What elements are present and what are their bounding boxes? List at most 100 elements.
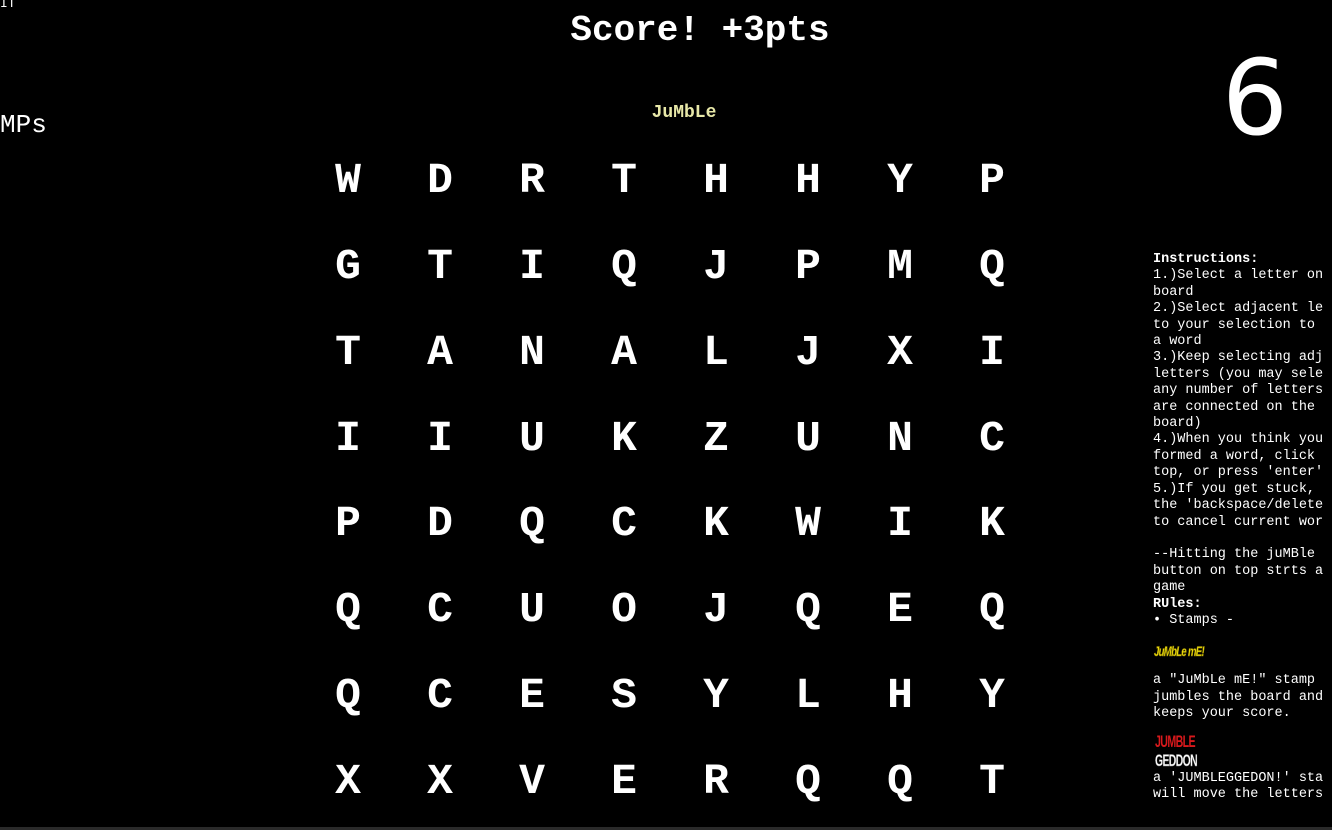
- letter-tile[interactable]: M: [854, 224, 946, 310]
- instruction-line: a word: [1153, 334, 1202, 350]
- instruction-line: a "JuMbLe mE!" stamp: [1153, 673, 1316, 689]
- letter-tile[interactable]: G: [302, 224, 394, 310]
- jumble-me-stamp-icon: JuMbLe mE!: [1154, 643, 1207, 660]
- rules-heading: RUles:: [1153, 596, 1202, 612]
- letter-tile[interactable]: W: [762, 481, 854, 567]
- letter-tile[interactable]: U: [486, 395, 578, 481]
- letter-tile[interactable]: Q: [854, 738, 946, 824]
- letter-tile[interactable]: L: [762, 653, 854, 739]
- letter-tile[interactable]: E: [854, 567, 946, 653]
- letter-tile[interactable]: Q: [486, 481, 578, 567]
- instruction-line: --Hitting the juMBle: [1153, 547, 1316, 563]
- letter-tile[interactable]: H: [670, 138, 762, 224]
- instruction-line: 2.)Select adjacent le: [1153, 301, 1324, 317]
- stamps-item: • Stamps -: [1153, 612, 1235, 628]
- letter-tile[interactable]: Q: [762, 567, 854, 653]
- instruction-line: board: [1153, 284, 1194, 300]
- letter-tile[interactable]: P: [762, 224, 854, 310]
- letter-tile[interactable]: X: [394, 738, 486, 824]
- instruction-line: to cancel current wor: [1153, 514, 1324, 530]
- instruction-line: will move the letters: [1153, 786, 1324, 797]
- instruction-line: [1153, 531, 1332, 547]
- letter-tile[interactable]: T: [302, 310, 394, 396]
- jumble-me-description: a "JuMbLe mE!" stamp jumbles the board an…: [1153, 673, 1332, 722]
- letter-tile[interactable]: K: [670, 481, 762, 567]
- score-banner: Score! +3pts: [570, 10, 830, 51]
- letter-tile[interactable]: N: [486, 310, 578, 396]
- letter-tile[interactable]: Q: [946, 567, 1038, 653]
- instruction-line: board): [1153, 416, 1202, 432]
- letter-tile[interactable]: X: [302, 738, 394, 824]
- letter-tile[interactable]: C: [578, 481, 670, 567]
- letter-tile[interactable]: C: [394, 567, 486, 653]
- instruction-line: jumbles the board and: [1153, 689, 1324, 705]
- instruction-line: keeps your score.: [1153, 706, 1291, 722]
- letter-tile[interactable]: D: [394, 138, 486, 224]
- letter-tile[interactable]: A: [578, 310, 670, 396]
- letter-tile[interactable]: I: [854, 481, 946, 567]
- letter-tile[interactable]: R: [670, 738, 762, 824]
- letter-tile[interactable]: Y: [854, 138, 946, 224]
- instruction-line: game: [1153, 580, 1186, 596]
- letter-tile[interactable]: P: [946, 138, 1038, 224]
- letter-tile[interactable]: T: [578, 138, 670, 224]
- letter-tile[interactable]: Y: [946, 653, 1038, 739]
- letter-tile[interactable]: A: [394, 310, 486, 396]
- letter-tile[interactable]: J: [670, 567, 762, 653]
- word-counter: 6: [1221, 37, 1288, 159]
- letter-tile[interactable]: Q: [762, 738, 854, 824]
- instruction-line: 4.)When you think you: [1153, 432, 1324, 448]
- svg-text:JuMbLe mE!: JuMbLe mE!: [1154, 643, 1205, 659]
- letter-tile[interactable]: Q: [946, 224, 1038, 310]
- letter-tile[interactable]: H: [762, 138, 854, 224]
- letter-tile[interactable]: E: [486, 653, 578, 739]
- instruction-line: a 'JUMBLEGGEDON!' sta: [1153, 770, 1324, 786]
- letter-tile[interactable]: O: [578, 567, 670, 653]
- instructions-panel: Instructions: 1.)Select a letter on board…: [1153, 252, 1332, 797]
- letter-tile[interactable]: T: [394, 224, 486, 310]
- letter-tile[interactable]: I: [486, 224, 578, 310]
- jumbleggedon-description: a 'JUMBLEGGEDON!' sta will move the lette…: [1153, 771, 1332, 797]
- letter-tile[interactable]: S: [578, 653, 670, 739]
- letter-tile[interactable]: K: [946, 481, 1038, 567]
- left-label: MPs: [0, 110, 47, 140]
- instruction-line: the 'backspace/delete: [1153, 498, 1324, 514]
- letter-tile[interactable]: U: [762, 395, 854, 481]
- letter-tile[interactable]: E: [578, 738, 670, 824]
- instruction-line: to your selection to: [1153, 317, 1316, 333]
- letter-tile[interactable]: C: [946, 395, 1038, 481]
- letter-tile[interactable]: V: [486, 738, 578, 824]
- instruction-line: formed a word, click: [1153, 448, 1316, 464]
- letter-tile[interactable]: L: [670, 310, 762, 396]
- svg-text:GEDDON: GEDDON: [1155, 751, 1197, 769]
- letter-tile[interactable]: I: [946, 310, 1038, 396]
- letter-tile[interactable]: U: [486, 567, 578, 653]
- letter-board: WDRTHHYPGTIQJPMQTANALJXIIIUKZUNCPDQCKWIK…: [302, 138, 1038, 824]
- letter-tile[interactable]: Q: [302, 653, 394, 739]
- letter-tile[interactable]: H: [854, 653, 946, 739]
- letter-tile[interactable]: P: [302, 481, 394, 567]
- letter-tile[interactable]: D: [394, 481, 486, 567]
- letter-tile[interactable]: X: [854, 310, 946, 396]
- jumble-title-button[interactable]: JuMbLe: [624, 103, 744, 123]
- letter-tile[interactable]: J: [762, 310, 854, 396]
- letter-tile[interactable]: Q: [302, 567, 394, 653]
- instruction-line: any number of letters: [1153, 383, 1324, 399]
- letter-tile[interactable]: I: [394, 395, 486, 481]
- letter-tile[interactable]: W: [302, 138, 394, 224]
- letter-tile[interactable]: R: [486, 138, 578, 224]
- letter-tile[interactable]: C: [394, 653, 486, 739]
- letter-tile[interactable]: Y: [670, 653, 762, 739]
- letter-tile[interactable]: Q: [578, 224, 670, 310]
- instruction-line: letters (you may sele: [1153, 366, 1324, 382]
- letter-tile[interactable]: N: [854, 395, 946, 481]
- instruction-line: are connected on the: [1153, 399, 1316, 415]
- instruction-line: 1.)Select a letter on: [1153, 268, 1324, 284]
- letter-tile[interactable]: T: [946, 738, 1038, 824]
- letter-tile[interactable]: K: [578, 395, 670, 481]
- instruction-line: button on top strts a: [1153, 563, 1324, 579]
- letter-tile[interactable]: Z: [670, 395, 762, 481]
- instructions-heading: Instructions:: [1153, 252, 1259, 267]
- letter-tile[interactable]: I: [302, 395, 394, 481]
- letter-tile[interactable]: J: [670, 224, 762, 310]
